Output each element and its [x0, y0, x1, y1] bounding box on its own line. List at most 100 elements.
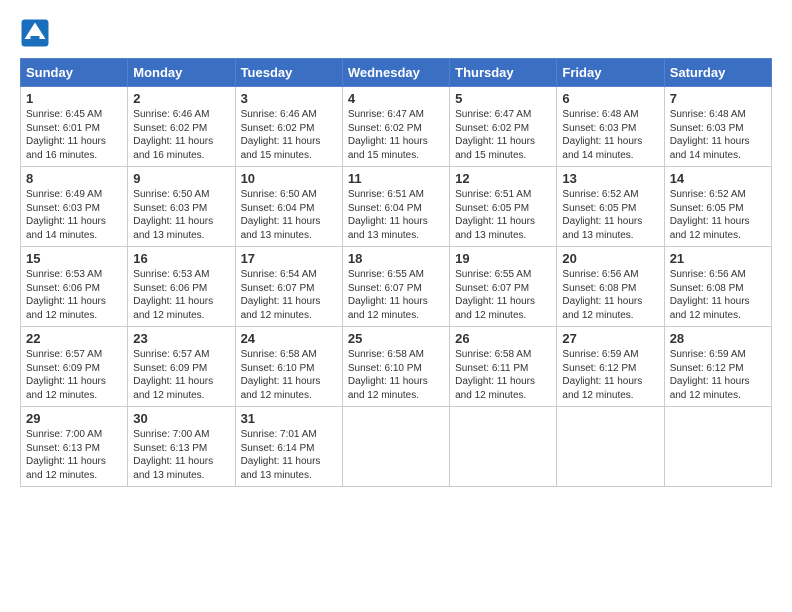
sunset-label: Sunset: 6:11 PM: [455, 363, 528, 374]
sunrise-label: Sunrise: 6:53 AM: [133, 269, 209, 280]
calendar-cell: 10 Sunrise: 6:50 AM Sunset: 6:04 PM Dayl…: [235, 167, 342, 247]
day-number: 12: [455, 171, 551, 186]
calendar-table: Sunday Monday Tuesday Wednesday Thursday…: [20, 58, 772, 487]
sunrise-label: Sunrise: 6:58 AM: [455, 349, 531, 360]
logo: [20, 18, 52, 48]
sunrise-label: Sunrise: 6:49 AM: [26, 189, 102, 200]
col-tuesday: Tuesday: [235, 59, 342, 87]
daylight-label: Daylight: 11 hours and 13 minutes.: [455, 216, 535, 241]
col-sunday: Sunday: [21, 59, 128, 87]
day-info: Sunrise: 7:00 AM Sunset: 6:13 PM Dayligh…: [133, 428, 229, 482]
sunrise-label: Sunrise: 6:59 AM: [670, 349, 746, 360]
sunset-label: Sunset: 6:03 PM: [562, 123, 636, 134]
day-info: Sunrise: 6:47 AM Sunset: 6:02 PM Dayligh…: [348, 108, 444, 162]
calendar-cell: 18 Sunrise: 6:55 AM Sunset: 6:07 PM Dayl…: [342, 247, 449, 327]
daylight-label: Daylight: 11 hours and 13 minutes.: [348, 216, 428, 241]
calendar-week-2: 8 Sunrise: 6:49 AM Sunset: 6:03 PM Dayli…: [21, 167, 772, 247]
col-friday: Friday: [557, 59, 664, 87]
sunrise-label: Sunrise: 6:57 AM: [133, 349, 209, 360]
day-info: Sunrise: 6:49 AM Sunset: 6:03 PM Dayligh…: [26, 188, 122, 242]
sunrise-label: Sunrise: 6:54 AM: [241, 269, 317, 280]
calendar-cell: 8 Sunrise: 6:49 AM Sunset: 6:03 PM Dayli…: [21, 167, 128, 247]
day-number: 22: [26, 331, 122, 346]
daylight-label: Daylight: 11 hours and 16 minutes.: [133, 136, 213, 161]
daylight-label: Daylight: 11 hours and 13 minutes.: [562, 216, 642, 241]
daylight-label: Daylight: 11 hours and 13 minutes.: [133, 216, 213, 241]
calendar-cell: [450, 407, 557, 487]
day-number: 20: [562, 251, 658, 266]
daylight-label: Daylight: 11 hours and 12 minutes.: [670, 296, 750, 321]
calendar-cell: [664, 407, 771, 487]
sunset-label: Sunset: 6:03 PM: [133, 203, 207, 214]
sunset-label: Sunset: 6:12 PM: [562, 363, 636, 374]
calendar-cell: 1 Sunrise: 6:45 AM Sunset: 6:01 PM Dayli…: [21, 87, 128, 167]
sunrise-label: Sunrise: 6:47 AM: [348, 109, 424, 120]
logo-icon: [20, 18, 50, 48]
day-info: Sunrise: 6:57 AM Sunset: 6:09 PM Dayligh…: [26, 348, 122, 402]
calendar-cell: 12 Sunrise: 6:51 AM Sunset: 6:05 PM Dayl…: [450, 167, 557, 247]
col-saturday: Saturday: [664, 59, 771, 87]
daylight-label: Daylight: 11 hours and 14 minutes.: [562, 136, 642, 161]
day-number: 19: [455, 251, 551, 266]
calendar-week-1: 1 Sunrise: 6:45 AM Sunset: 6:01 PM Dayli…: [21, 87, 772, 167]
calendar-header-row: Sunday Monday Tuesday Wednesday Thursday…: [21, 59, 772, 87]
day-number: 14: [670, 171, 766, 186]
day-number: 30: [133, 411, 229, 426]
calendar-week-3: 15 Sunrise: 6:53 AM Sunset: 6:06 PM Dayl…: [21, 247, 772, 327]
sunset-label: Sunset: 6:07 PM: [241, 283, 315, 294]
sunrise-label: Sunrise: 6:50 AM: [241, 189, 317, 200]
sunset-label: Sunset: 6:02 PM: [455, 123, 529, 134]
sunset-label: Sunset: 6:02 PM: [241, 123, 315, 134]
day-number: 6: [562, 91, 658, 106]
calendar-cell: [342, 407, 449, 487]
sunrise-label: Sunrise: 6:45 AM: [26, 109, 102, 120]
daylight-label: Daylight: 11 hours and 14 minutes.: [670, 136, 750, 161]
day-number: 17: [241, 251, 337, 266]
daylight-label: Daylight: 11 hours and 12 minutes.: [455, 376, 535, 401]
sunset-label: Sunset: 6:02 PM: [133, 123, 207, 134]
day-info: Sunrise: 6:50 AM Sunset: 6:03 PM Dayligh…: [133, 188, 229, 242]
calendar-cell: 9 Sunrise: 6:50 AM Sunset: 6:03 PM Dayli…: [128, 167, 235, 247]
sunset-label: Sunset: 6:10 PM: [348, 363, 422, 374]
daylight-label: Daylight: 11 hours and 12 minutes.: [670, 216, 750, 241]
sunset-label: Sunset: 6:10 PM: [241, 363, 315, 374]
sunrise-label: Sunrise: 6:51 AM: [348, 189, 424, 200]
sunrise-label: Sunrise: 6:46 AM: [241, 109, 317, 120]
calendar-cell: 16 Sunrise: 6:53 AM Sunset: 6:06 PM Dayl…: [128, 247, 235, 327]
calendar-cell: 6 Sunrise: 6:48 AM Sunset: 6:03 PM Dayli…: [557, 87, 664, 167]
daylight-label: Daylight: 11 hours and 12 minutes.: [26, 376, 106, 401]
day-number: 29: [26, 411, 122, 426]
calendar-cell: 24 Sunrise: 6:58 AM Sunset: 6:10 PM Dayl…: [235, 327, 342, 407]
calendar-cell: 31 Sunrise: 7:01 AM Sunset: 6:14 PM Dayl…: [235, 407, 342, 487]
day-info: Sunrise: 6:47 AM Sunset: 6:02 PM Dayligh…: [455, 108, 551, 162]
day-info: Sunrise: 6:55 AM Sunset: 6:07 PM Dayligh…: [348, 268, 444, 322]
sunrise-label: Sunrise: 6:55 AM: [455, 269, 531, 280]
sunset-label: Sunset: 6:08 PM: [670, 283, 744, 294]
day-info: Sunrise: 7:01 AM Sunset: 6:14 PM Dayligh…: [241, 428, 337, 482]
day-number: 31: [241, 411, 337, 426]
sunset-label: Sunset: 6:02 PM: [348, 123, 422, 134]
sunrise-label: Sunrise: 6:48 AM: [562, 109, 638, 120]
sunrise-label: Sunrise: 6:46 AM: [133, 109, 209, 120]
calendar-cell: 19 Sunrise: 6:55 AM Sunset: 6:07 PM Dayl…: [450, 247, 557, 327]
day-number: 1: [26, 91, 122, 106]
sunset-label: Sunset: 6:14 PM: [241, 443, 315, 454]
day-number: 25: [348, 331, 444, 346]
sunset-label: Sunset: 6:06 PM: [26, 283, 100, 294]
day-number: 27: [562, 331, 658, 346]
calendar-cell: 29 Sunrise: 7:00 AM Sunset: 6:13 PM Dayl…: [21, 407, 128, 487]
sunrise-label: Sunrise: 6:55 AM: [348, 269, 424, 280]
day-number: 23: [133, 331, 229, 346]
day-number: 7: [670, 91, 766, 106]
calendar-cell: 25 Sunrise: 6:58 AM Sunset: 6:10 PM Dayl…: [342, 327, 449, 407]
sunrise-label: Sunrise: 6:47 AM: [455, 109, 531, 120]
sunset-label: Sunset: 6:09 PM: [26, 363, 100, 374]
calendar-cell: 22 Sunrise: 6:57 AM Sunset: 6:09 PM Dayl…: [21, 327, 128, 407]
daylight-label: Daylight: 11 hours and 12 minutes.: [26, 456, 106, 481]
calendar-cell: 11 Sunrise: 6:51 AM Sunset: 6:04 PM Dayl…: [342, 167, 449, 247]
sunset-label: Sunset: 6:07 PM: [348, 283, 422, 294]
calendar-cell: 28 Sunrise: 6:59 AM Sunset: 6:12 PM Dayl…: [664, 327, 771, 407]
daylight-label: Daylight: 11 hours and 12 minutes.: [562, 296, 642, 321]
day-info: Sunrise: 6:53 AM Sunset: 6:06 PM Dayligh…: [133, 268, 229, 322]
sunset-label: Sunset: 6:13 PM: [26, 443, 100, 454]
